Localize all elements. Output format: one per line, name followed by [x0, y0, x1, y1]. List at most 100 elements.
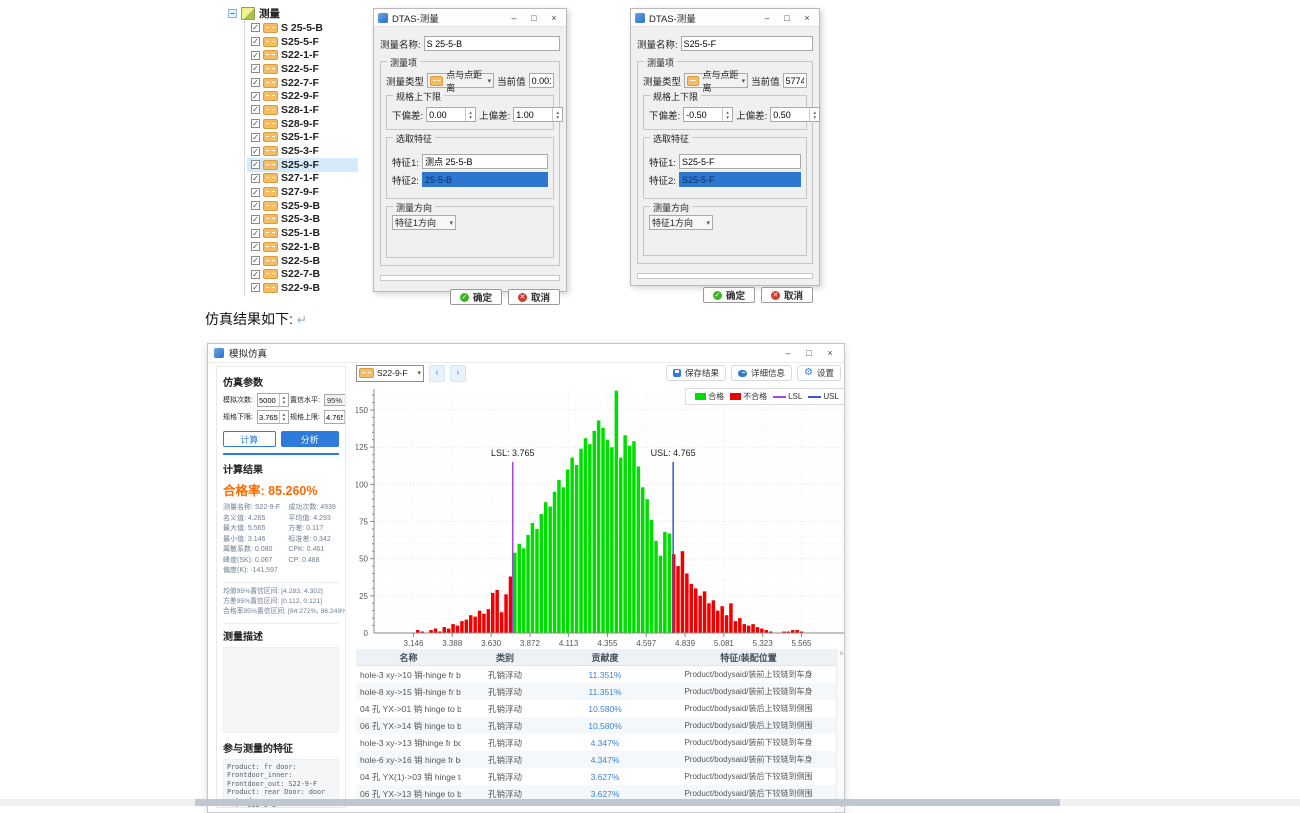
minimize-icon[interactable]: – [780, 348, 796, 358]
prev-measurement-button[interactable]: ‹ [429, 365, 445, 382]
checkbox-checked-icon[interactable]: ✓ [251, 174, 260, 183]
checkbox-checked-icon[interactable]: ✓ [251, 133, 260, 142]
tree-item[interactable]: ✓S22-7-F [247, 76, 358, 90]
cancel-button[interactable]: ✕ 取消 [508, 289, 560, 305]
checkbox-checked-icon[interactable]: ✓ [251, 270, 260, 279]
table-header-cell[interactable]: 名称 [356, 651, 461, 664]
spinner-arrows-icon[interactable] [344, 411, 346, 423]
table-header-cell[interactable]: 贡献度 [549, 651, 661, 664]
checkbox-checked-icon[interactable]: ✓ [251, 92, 260, 101]
spinner-arrows-icon[interactable] [465, 108, 475, 121]
table-row[interactable]: hole-3 xy->13 销hinge fr bo...孔销浮动4.347%P… [356, 734, 845, 751]
checkbox-checked-icon[interactable]: ✓ [251, 51, 260, 60]
checkbox-checked-icon[interactable]: ✓ [251, 229, 260, 238]
scroll-up-icon[interactable]: ˄ [839, 651, 843, 658]
lsl-spinner[interactable] [257, 410, 289, 424]
tree-item[interactable]: ✓S28-1-F [247, 103, 358, 117]
usl-spinner[interactable] [324, 410, 346, 424]
checkbox-checked-icon[interactable]: ✓ [251, 256, 260, 265]
table-scrollbar[interactable]: ˄ ˅ [836, 649, 845, 812]
checkbox-checked-icon[interactable]: ✓ [251, 188, 260, 197]
feature2-input[interactable] [679, 172, 801, 187]
spinner-arrows-icon[interactable] [279, 411, 288, 423]
upper-deviation-spinner[interactable] [770, 107, 820, 122]
measure-type-select[interactable]: 点与点距离 ▾ [427, 73, 494, 88]
confidence-select[interactable]: 95%▾ [324, 394, 346, 406]
checkbox-checked-icon[interactable]: ✓ [251, 37, 260, 46]
tree-item[interactable]: ✓S25-5-F [247, 35, 358, 49]
checkbox-checked-icon[interactable]: ✓ [251, 105, 260, 114]
current-value-input[interactable] [783, 73, 807, 88]
checkbox-checked-icon[interactable]: ✓ [251, 242, 260, 251]
save-results-button[interactable]: 保存结果 [666, 365, 726, 381]
ok-button[interactable]: ✓ 确定 [703, 287, 755, 303]
collapse-icon[interactable]: − [228, 9, 237, 18]
measure-desc-textarea[interactable] [637, 273, 813, 279]
tree-item[interactable]: ✓S 25-5-B [247, 21, 358, 35]
checkbox-checked-icon[interactable]: ✓ [251, 201, 260, 210]
tree-item[interactable]: ✓S25-3-B [247, 213, 358, 227]
tree-item[interactable]: ✓S22-5-B [247, 254, 358, 268]
spinner-arrows-icon[interactable] [552, 108, 562, 121]
tree-item[interactable]: ✓S27-1-F [247, 172, 358, 186]
checkbox-checked-icon[interactable]: ✓ [251, 78, 260, 87]
table-row[interactable]: hole-3 xy->10 销-hinge fr bo...孔销浮动11.351… [356, 666, 845, 683]
next-measurement-button[interactable]: › [450, 365, 466, 382]
table-row[interactable]: hole-8 xy->15 销-hinge fr bo...孔销浮动11.351… [356, 683, 845, 700]
feature2-input[interactable] [422, 172, 548, 187]
table-row[interactable]: 04 孔 YX(1)->03 销 hinge to ...孔销浮动3.627%P… [356, 768, 845, 785]
checkbox-checked-icon[interactable]: ✓ [251, 160, 260, 169]
feature1-input[interactable] [422, 154, 548, 169]
spinner-arrows-icon[interactable] [722, 108, 732, 121]
tree-item[interactable]: ✓S25-9-F [247, 158, 358, 172]
maximize-icon[interactable]: □ [779, 13, 795, 23]
ok-button[interactable]: ✓ 确定 [450, 289, 502, 305]
cancel-button[interactable]: ✕ 取消 [761, 287, 813, 303]
horizontal-scrollbar[interactable] [0, 799, 1300, 806]
tree-item[interactable]: ✓S28-9-F [247, 117, 358, 131]
tree-item[interactable]: ✓S22-9-B [247, 281, 358, 295]
details-button[interactable]: 详细信息 [731, 365, 792, 381]
measurement-select[interactable]: S22-9-F ▾ [356, 365, 424, 382]
close-icon[interactable]: × [799, 13, 815, 23]
tree-item[interactable]: ✓S22-5-F [247, 62, 358, 76]
maximize-icon[interactable]: □ [801, 348, 817, 358]
measure-desc-textarea[interactable] [380, 275, 560, 281]
checkbox-checked-icon[interactable]: ✓ [251, 147, 260, 156]
dialog-titlebar[interactable]: DTAS-测量 – □ × [374, 9, 566, 27]
tree-item[interactable]: ✓S22-9-F [247, 89, 358, 103]
direction-select[interactable]: 特征1方向 ▾ [649, 215, 713, 230]
minimize-icon[interactable]: – [759, 13, 775, 23]
tree-item[interactable]: ✓S22-1-F [247, 48, 358, 62]
table-row[interactable]: hole-6 xy->16 销 hinge fr bo...孔销浮动4.347%… [356, 751, 845, 768]
checkbox-checked-icon[interactable]: ✓ [251, 119, 260, 128]
maximize-icon[interactable]: □ [526, 13, 542, 23]
checkbox-checked-icon[interactable]: ✓ [251, 283, 260, 292]
runs-spinner[interactable] [257, 393, 289, 407]
feature1-input[interactable] [679, 154, 801, 169]
measure-name-input[interactable] [424, 36, 560, 51]
tree-item[interactable]: ✓S22-1-B [247, 240, 358, 254]
dialog-titlebar[interactable]: DTAS-测量 – □ × [631, 9, 819, 27]
measure-desc-box[interactable] [223, 647, 339, 733]
measure-type-select[interactable]: 点与点距离 ▾ [684, 73, 748, 88]
table-header-cell[interactable]: 类别 [461, 651, 549, 664]
checkbox-checked-icon[interactable]: ✓ [251, 23, 260, 32]
table-row[interactable]: 06 孔 YX->14 销 hinge to bo...孔销浮动10.580%P… [356, 717, 845, 734]
tree-item[interactable]: ✓S25-1-B [247, 226, 358, 240]
calculate-button[interactable]: 计算 [223, 431, 276, 447]
window-titlebar[interactable]: 模拟仿真 – □ × [208, 344, 844, 363]
measure-name-input[interactable] [681, 36, 813, 51]
checkbox-checked-icon[interactable]: ✓ [251, 215, 260, 224]
spinner-arrows-icon[interactable] [279, 394, 288, 406]
checkbox-checked-icon[interactable]: ✓ [251, 64, 260, 73]
lower-deviation-spinner[interactable] [426, 107, 476, 122]
upper-deviation-spinner[interactable] [513, 107, 563, 122]
tree-item[interactable]: ✓S22-7-B [247, 267, 358, 281]
analyze-button[interactable]: 分析 [281, 431, 339, 447]
table-row[interactable]: 04 孔 YX->01 销 hinge to bo...孔销浮动10.580%P… [356, 700, 845, 717]
table-header-cell[interactable]: 特征/装配位置 [661, 651, 836, 664]
current-value-input[interactable] [529, 73, 554, 88]
settings-button[interactable]: ⚙ 设置 [797, 365, 841, 381]
close-icon[interactable]: × [822, 348, 838, 358]
